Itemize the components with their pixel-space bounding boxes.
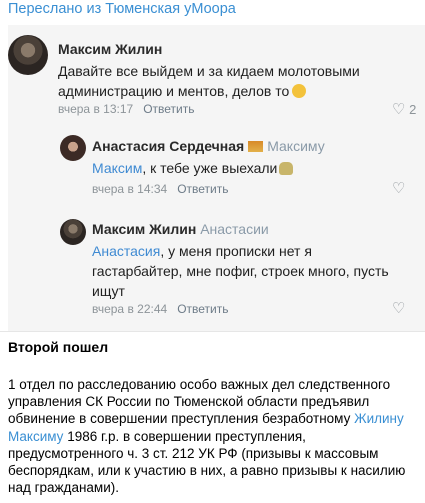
- reply-to-name[interactable]: Анастасии: [200, 221, 269, 237]
- like-count: 2: [409, 102, 417, 117]
- comment-text: Давайте все выйдем и за кидаем молотовым…: [58, 61, 388, 101]
- flag-icon: [248, 141, 264, 152]
- comment-time: вчера в 13:17: [58, 102, 134, 116]
- comment-author-line: Анастасия Сердечная Максиму: [92, 138, 325, 154]
- skull-emoji-icon: [279, 162, 294, 175]
- avatar[interactable]: [60, 219, 86, 245]
- comment-meta: вчера в 14:34 Ответить: [92, 182, 228, 196]
- avatar[interactable]: [8, 35, 48, 75]
- like-button[interactable]: ♡: [392, 179, 405, 197]
- comment-author-line: Максим Жилин Анастасии: [92, 221, 269, 237]
- reply-button[interactable]: Ответить: [143, 102, 194, 116]
- comment-author[interactable]: Максим Жилин: [58, 41, 162, 57]
- comment-text-body: Давайте все выйдем и за кидаем молотовым…: [58, 63, 360, 99]
- heart-icon: ♡: [392, 300, 406, 317]
- reply-button[interactable]: Ответить: [177, 302, 228, 316]
- like-button[interactable]: ♡ 2: [392, 100, 416, 118]
- comment-text-body: , к тебе уже выехали: [142, 160, 278, 176]
- forwarded-from-header[interactable]: Переслано из Тюменская уМоора: [8, 1, 236, 17]
- face-emoji-icon: [292, 84, 307, 98]
- comment-meta: вчера в 13:17 Ответить: [58, 102, 194, 116]
- comments-screenshot: Максим Жилин Давайте все выйдем и за кид…: [8, 25, 425, 331]
- mention-link[interactable]: Анастасия: [92, 243, 160, 259]
- like-button[interactable]: ♡: [392, 299, 405, 317]
- comment-text: Максим, к тебе уже выехали: [92, 158, 392, 178]
- divider: [0, 331, 425, 332]
- reply-to-name[interactable]: Максиму: [267, 138, 325, 154]
- mention-link[interactable]: Максим: [92, 160, 142, 176]
- reply-button[interactable]: Ответить: [177, 182, 228, 196]
- heart-icon: ♡: [392, 101, 406, 118]
- comment-author[interactable]: Максим Жилин: [92, 221, 196, 237]
- comment-meta: вчера в 22:44 Ответить: [92, 302, 228, 316]
- comment-time: вчера в 22:44: [92, 302, 168, 316]
- post-body: 1 отдел по расследованию особо важных де…: [8, 376, 420, 496]
- post-body-text: 1 отдел по расследованию особо важных де…: [8, 377, 391, 427]
- comment-text: Анастасия, у меня прописки нет я гастарб…: [92, 241, 392, 301]
- post-title: Второй пошел: [8, 339, 109, 355]
- comment-time: вчера в 14:34: [92, 182, 168, 196]
- avatar[interactable]: [60, 135, 86, 161]
- comment-author[interactable]: Анастасия Сердечная: [92, 138, 244, 154]
- heart-icon: ♡: [392, 180, 406, 197]
- post-body-text: 1986 г.р. в совершении преступления, пре…: [8, 428, 406, 496]
